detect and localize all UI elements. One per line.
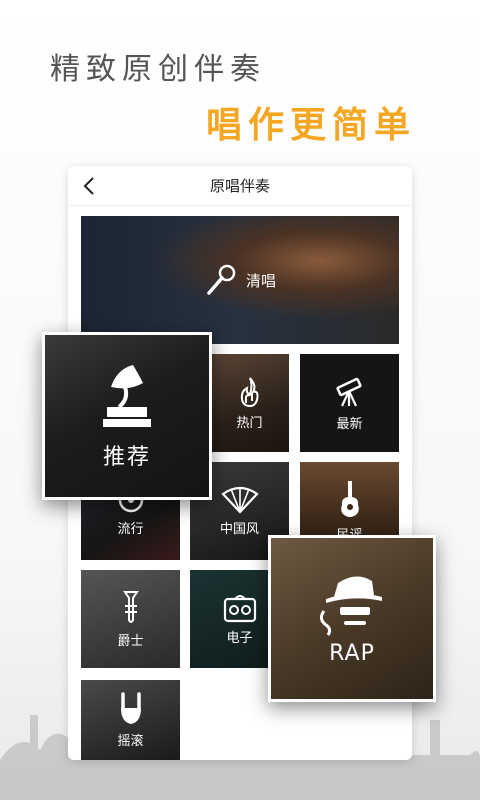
category-hot[interactable]: 热门 — [210, 354, 289, 452]
category-acappella[interactable]: 清唱 — [81, 216, 399, 344]
chevron-left-icon — [83, 177, 94, 195]
category-label: 清唱 — [245, 271, 276, 290]
rapper-hat-icon — [319, 576, 382, 636]
guitar-icon — [340, 480, 359, 517]
category-label: 电子 — [226, 630, 253, 646]
category-recommend[interactable]: 推荐 — [42, 332, 212, 500]
category-newest[interactable]: 最新 — [300, 354, 399, 452]
telescope-icon — [335, 377, 362, 406]
nav-bar: 原唱伴奏 — [68, 166, 412, 206]
promo-subheadline: 唱作更简单 — [206, 105, 417, 146]
category-label: 摇滚 — [117, 733, 144, 749]
amplifier-icon — [223, 594, 256, 622]
category-rock[interactable]: 摇滚 — [81, 680, 180, 760]
microphone-icon — [207, 264, 236, 295]
category-jazz[interactable]: 爵士 — [81, 570, 180, 668]
gramophone-icon — [103, 365, 151, 427]
fire-music-icon — [240, 376, 258, 407]
category-label: 爵士 — [117, 633, 144, 649]
category-label: RAP — [329, 641, 375, 666]
page-title: 原唱伴奏 — [209, 177, 270, 195]
back-button[interactable] — [78, 174, 102, 198]
category-label: 最新 — [336, 416, 363, 432]
category-label: 热门 — [236, 415, 263, 431]
rock-hand-icon — [120, 691, 141, 724]
fan-icon — [220, 486, 259, 514]
trumpet-icon — [122, 590, 139, 623]
category-rap[interactable]: RAP — [268, 535, 436, 702]
category-label: 推荐 — [102, 445, 151, 470]
category-label: 流行 — [117, 521, 144, 537]
category-label: 中国风 — [219, 521, 259, 537]
promo-headline: 精致原创伴奏 — [50, 52, 266, 87]
